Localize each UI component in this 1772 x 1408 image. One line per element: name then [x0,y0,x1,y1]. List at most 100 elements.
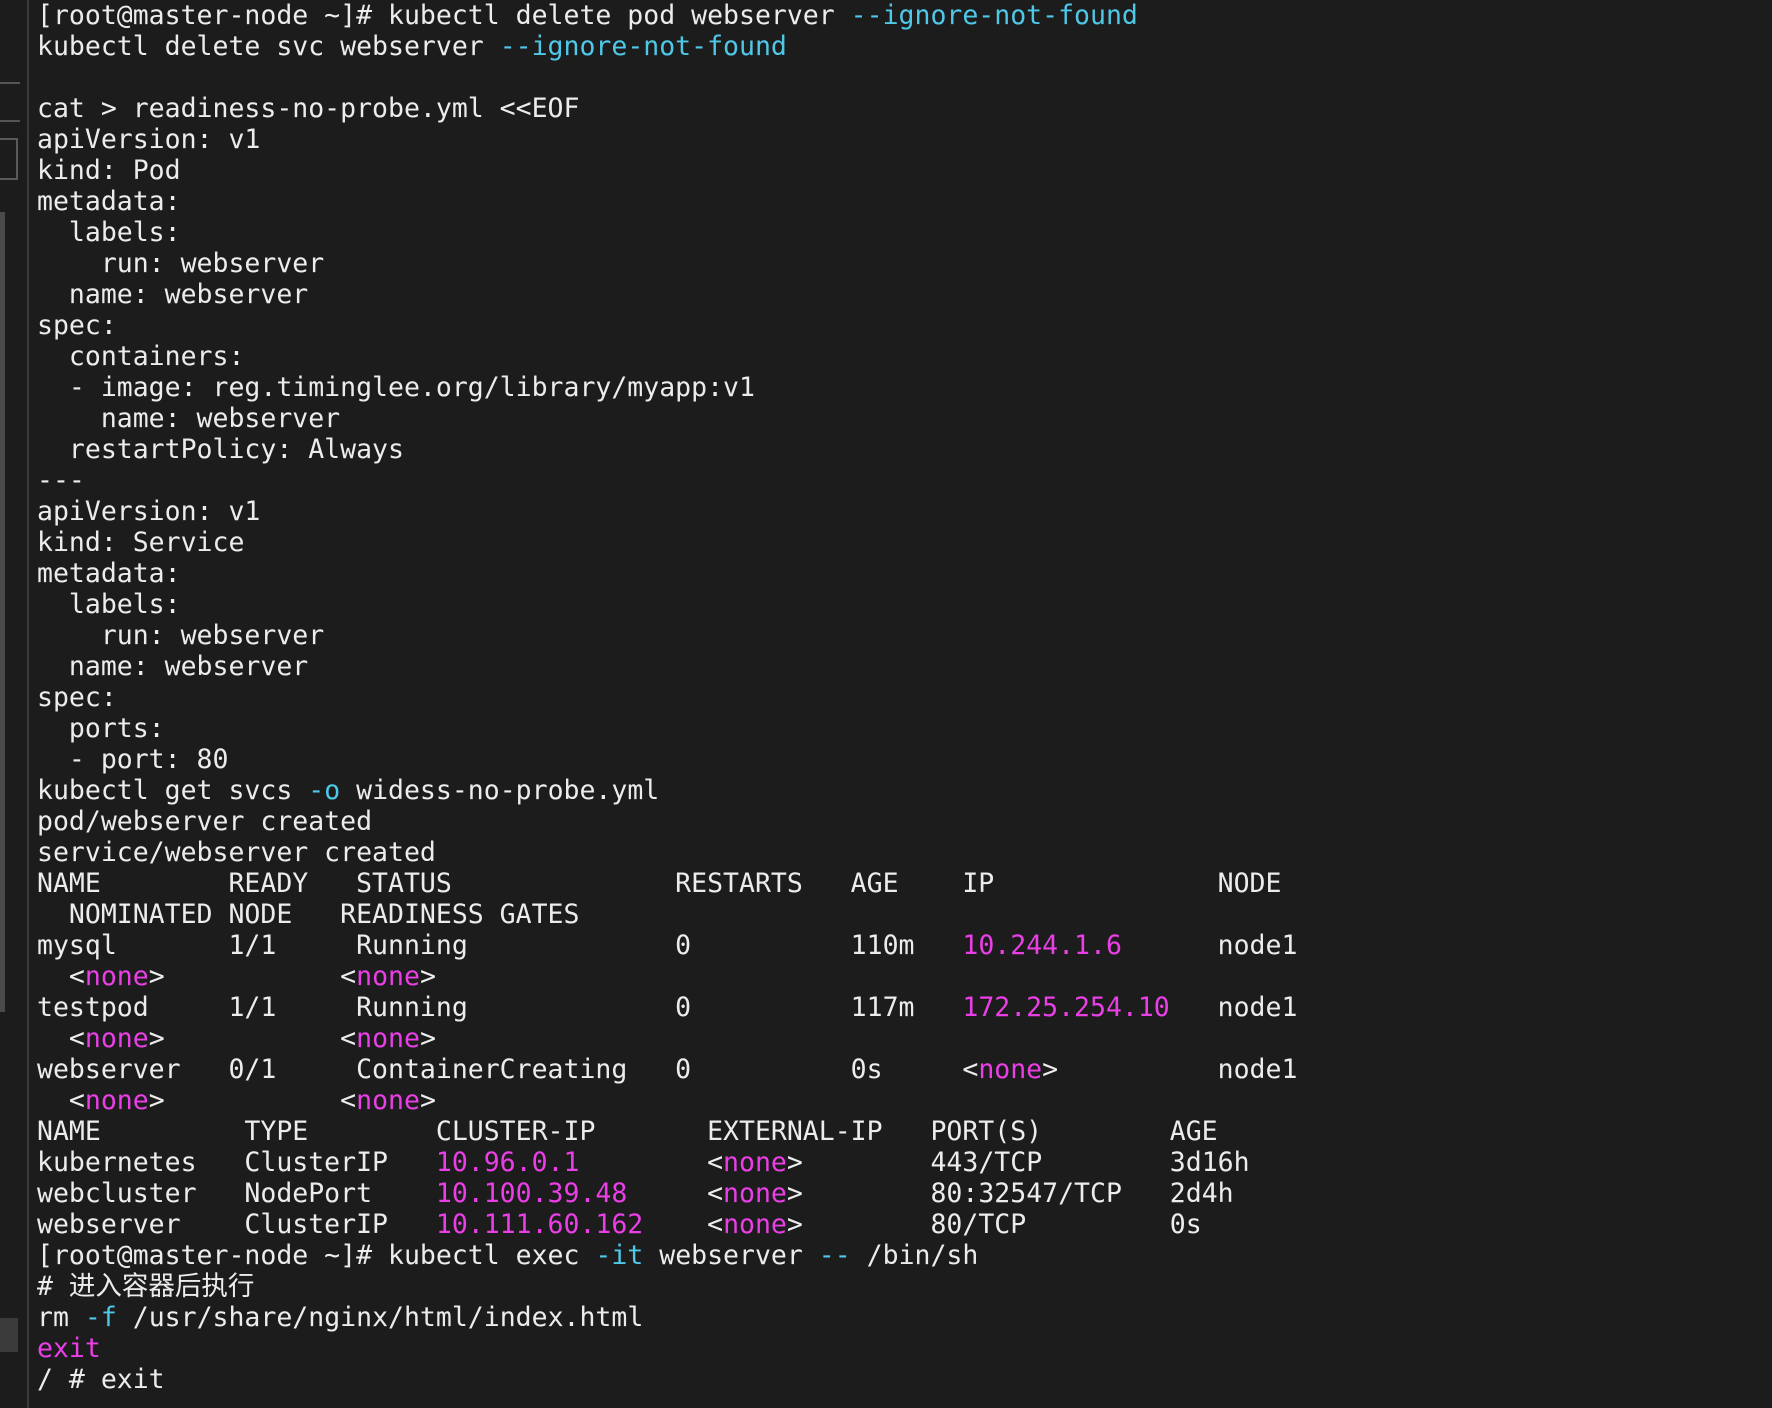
terminal-text: - port: 80 [37,744,229,775]
terminal-text: webserver [643,1240,819,1271]
terminal-line: metadata: [37,558,1772,589]
terminal-text: name: webserver [37,651,309,682]
terminal-text: mysql 1/1 Running 0 110m [37,930,963,961]
terminal-text: 172.25.254.10 [962,992,1170,1023]
terminal-line: kubernetes ClusterIP 10.96.0.1 <none> 44… [37,1147,1772,1178]
terminal-text: kubernetes ClusterIP [37,1147,436,1178]
terminal-line: run: webserver [37,620,1772,651]
terminal-line: - image: reg.timinglee.org/library/myapp… [37,372,1772,403]
terminal-text: > < [148,961,357,992]
terminal-text: none [723,1147,787,1178]
terminal-line: apiVersion: v1 [37,124,1772,155]
terminal-text: > 443/TCP 3d16h [786,1147,1250,1178]
terminal-line: name: webserver [37,403,1772,434]
terminal-line: / # exit [37,1364,1772,1395]
terminal-text: -f [84,1302,117,1333]
gutter-marker [0,82,20,122]
terminal-text: < [643,1209,724,1240]
terminal-line: # 进入容器后执行 [37,1271,1772,1302]
terminal-line: run: webserver [37,248,1772,279]
terminal-text: none [356,1085,420,1116]
left-gutter [0,0,28,1408]
terminal-line: webserver 0/1 ContainerCreating 0 0s <no… [37,1054,1772,1085]
terminal-text: node1 [1121,930,1298,961]
terminal-text: -- [818,1240,851,1271]
terminal-text: name: webserver [37,403,341,434]
terminal-text: > < [148,1023,357,1054]
terminal-text: [root@master-node ~]# kubectl exec [37,1240,596,1271]
terminal-text: > < [148,1085,357,1116]
terminal-text: metadata: [37,558,181,589]
terminal-text: restartPolicy: Always [37,434,404,465]
terminal-line: <none> <none> [37,1085,1772,1116]
terminal-text: > 80/TCP 0s [786,1209,1202,1240]
terminal-line: NOMINATED NODE READINESS GATES [37,899,1772,930]
terminal-line: name: webserver [37,279,1772,310]
terminal-line: labels: [37,217,1772,248]
terminal-text: node1 [1169,992,1298,1023]
terminal-line: testpod 1/1 Running 0 117m 172.25.254.10… [37,992,1772,1023]
terminal-text: none [84,1023,149,1054]
terminal-line: mysql 1/1 Running 0 110m 10.244.1.6 node… [37,930,1772,961]
gutter-divider [27,0,29,1408]
terminal-line: exit [37,1333,1772,1364]
terminal-text: 10.96.0.1 [435,1147,580,1178]
terminal-text: --ignore-not-found [850,0,1138,31]
terminal-output[interactable]: [root@master-node ~]# kubectl delete pod… [37,0,1772,1395]
terminal-text: kubectl get svcs [37,775,309,806]
terminal-text: NAME READY STATUS RESTARTS AGE IP NODE [37,868,1282,899]
terminal-line: labels: [37,589,1772,620]
terminal-text: kubectl delete svc webserver [37,31,500,62]
terminal-text: kind: Pod [37,155,181,186]
terminal-text: none [978,1054,1043,1085]
terminal-text: none [84,961,149,992]
terminal-text: exit [37,1333,101,1364]
terminal-line: [root@master-node ~]# kubectl delete pod… [37,0,1772,31]
terminal-line: pod/webserver created [37,806,1772,837]
terminal-text: # 进入容器后执行 [37,1271,255,1302]
terminal-text: > node1 [1042,1054,1298,1085]
terminal-text: 10.111.60.162 [435,1209,644,1240]
terminal-text: -it [595,1240,644,1271]
terminal-text: > [419,1085,436,1116]
terminal-text: / # exit [37,1364,165,1395]
terminal-line: spec: [37,682,1772,713]
terminal-line: kubectl get svcs -o widess-no-probe.yml [37,775,1772,806]
terminal-text: run: webserver [37,620,325,651]
terminal-text: metadata: [37,186,181,217]
gutter-fold-icon[interactable] [0,138,18,180]
terminal-line: rm -f /usr/share/nginx/html/index.html [37,1302,1772,1333]
terminal-line: NAME TYPE CLUSTER-IP EXTERNAL-IP PORT(S)… [37,1116,1772,1147]
terminal-text: none [356,961,420,992]
terminal-line: ports: [37,713,1772,744]
terminal-text: labels: [37,589,181,620]
terminal-text: kind: Service [37,527,245,558]
terminal-line: apiVersion: v1 [37,496,1772,527]
terminal-text: rm [37,1302,85,1333]
terminal-text: < [37,961,85,992]
terminal-line: webcluster NodePort 10.100.39.48 <none> … [37,1178,1772,1209]
scrollbar-thumb[interactable] [0,212,5,1012]
terminal-line: metadata: [37,186,1772,217]
terminal-line: restartPolicy: Always [37,434,1772,465]
terminal-text: widess-no-probe.yml [340,775,660,806]
terminal-text: none [84,1085,149,1116]
terminal-text: < [627,1178,724,1209]
terminal-text: webserver ClusterIP [37,1209,436,1240]
terminal-text: < [37,1023,85,1054]
terminal-text: NAME TYPE CLUSTER-IP EXTERNAL-IP PORT(S)… [37,1116,1218,1147]
terminal-text: /bin/sh [850,1240,979,1271]
terminal-line: name: webserver [37,651,1772,682]
terminal-line: NAME READY STATUS RESTARTS AGE IP NODE [37,868,1772,899]
terminal-text: < [579,1147,724,1178]
terminal-text: name: webserver [37,279,309,310]
terminal-text: 10.100.39.48 [435,1178,628,1209]
terminal-text: spec: [37,682,117,713]
terminal-text: < [37,1085,85,1116]
terminal-text: - image: reg.timinglee.org/library/myapp… [37,372,755,403]
terminal-text: > 80:32547/TCP 2d4h [786,1178,1234,1209]
terminal-line: [root@master-node ~]# kubectl exec -it w… [37,1240,1772,1271]
terminal-text: spec: [37,310,117,341]
terminal-line: --- [37,465,1772,496]
terminal-line: webserver ClusterIP 10.111.60.162 <none>… [37,1209,1772,1240]
